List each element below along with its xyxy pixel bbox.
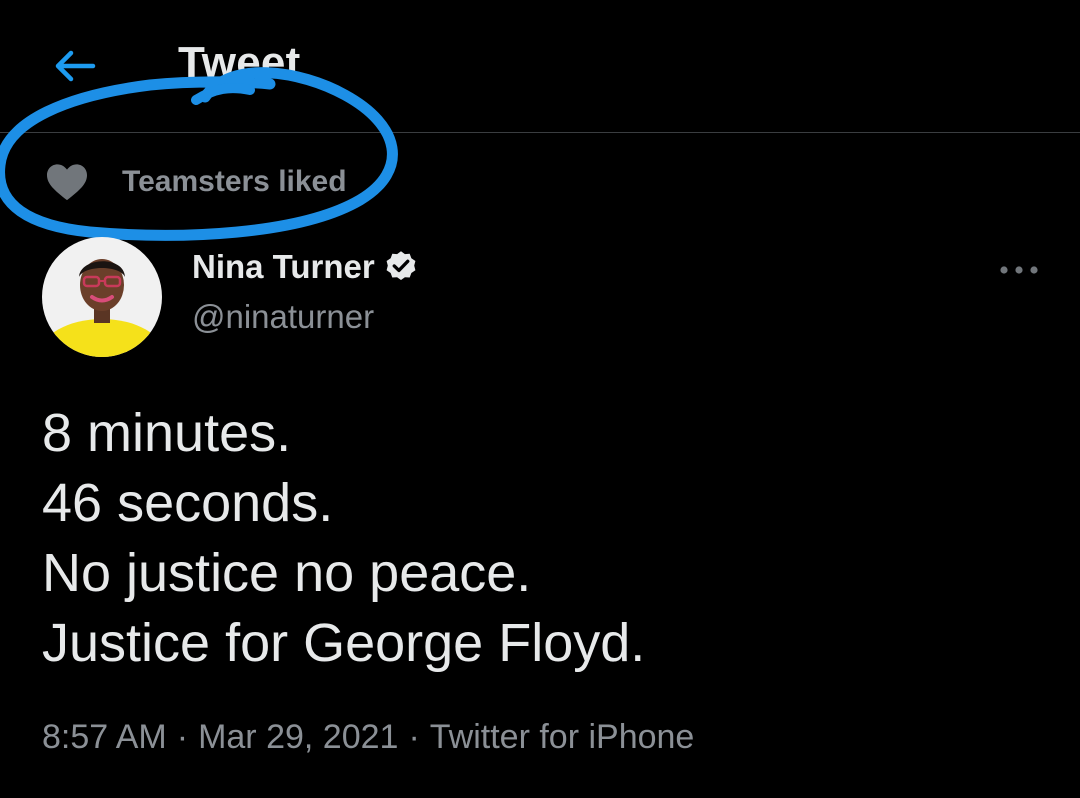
liked-by-label: Teamsters liked	[122, 165, 347, 198]
tweet-text-line: 46 seconds.	[42, 473, 334, 533]
tweet-text-line: 8 minutes.	[42, 403, 292, 463]
more-dots-icon	[1000, 266, 1038, 274]
separator: ·	[408, 718, 420, 756]
tweet-source-link[interactable]: Twitter for iPhone	[430, 718, 695, 756]
back-button[interactable]	[50, 44, 100, 88]
author-display-name: Nina Turner	[192, 248, 375, 285]
heart-icon	[44, 162, 90, 202]
separator: ·	[176, 718, 189, 756]
tweet-text-line: No justice no peace.	[42, 543, 532, 603]
avatar[interactable]	[42, 237, 162, 357]
arrow-left-icon	[55, 50, 96, 82]
author-handle[interactable]: @ninaturner	[192, 298, 374, 336]
verified-badge-icon	[386, 251, 416, 281]
tweet-metadata: 8:57 AM · Mar 29, 2021 · Twitter for iPhone	[42, 718, 694, 757]
tweet-date[interactable]: Mar 29, 2021	[198, 718, 398, 756]
tweet-text-line: Justice for George Floyd.	[42, 613, 646, 673]
page-title: Tweet	[178, 38, 301, 87]
tweet-text: 8 minutes. 46 seconds. No justice no pea…	[42, 398, 1042, 678]
social-context: Teamsters liked	[44, 158, 347, 206]
author-name[interactable]: Nina Turner	[192, 248, 419, 286]
top-bar: Tweet	[0, 0, 1080, 133]
more-options-button[interactable]	[995, 250, 1043, 290]
tweet-time[interactable]: 8:57 AM	[42, 718, 167, 756]
